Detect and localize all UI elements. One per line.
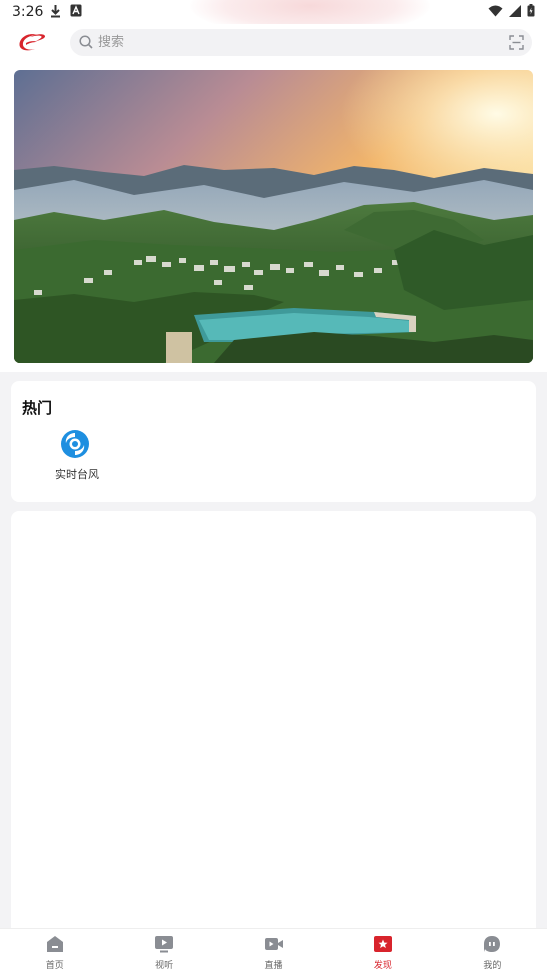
tab-audiovisual[interactable]: 视听 (109, 929, 218, 975)
home-icon (46, 936, 63, 952)
status-bar: 3:26 (0, 0, 547, 36)
live-camera-icon (264, 938, 283, 950)
tv-icon (155, 936, 174, 953)
hot-item-label: 实时台风 (55, 468, 99, 481)
tab-discover[interactable]: 发现 (328, 929, 437, 975)
header (0, 24, 547, 62)
scan-icon[interactable] (509, 35, 524, 50)
status-icons-right (488, 4, 535, 17)
notification-a-icon (70, 4, 82, 17)
battery-icon (527, 4, 535, 17)
search-icon (79, 35, 93, 49)
search-bar[interactable] (70, 29, 532, 56)
typhoon-icon (61, 430, 89, 458)
hot-item-typhoon[interactable]: 实时台风 (49, 429, 105, 489)
hot-section-title: 热门 (22, 399, 53, 417)
signal-icon (509, 4, 521, 17)
profile-icon (484, 936, 501, 952)
bottom-tab-bar: 首页 视听 直播 发现 我的 (0, 928, 547, 975)
landscape-photo (14, 70, 533, 363)
tab-live-label: 直播 (264, 961, 283, 971)
wifi-icon (488, 5, 503, 16)
tab-home[interactable]: 首页 (0, 929, 109, 975)
tab-home-label: 首页 (45, 961, 64, 971)
banner-section (0, 62, 547, 372)
app-logo[interactable] (17, 30, 47, 54)
status-icons-left (50, 4, 82, 18)
search-input[interactable] (98, 31, 478, 54)
content-area (11, 511, 536, 931)
tab-audiovisual-label: 视听 (155, 961, 174, 971)
tab-discover-label: 发现 (373, 961, 392, 971)
tab-profile[interactable]: 我的 (438, 929, 547, 975)
tab-profile-label: 我的 (483, 961, 502, 971)
discover-star-icon (373, 936, 392, 952)
tab-live[interactable]: 直播 (219, 929, 328, 975)
hot-section: 热门 实时台风 (11, 381, 536, 502)
download-icon (51, 5, 60, 18)
banner-image[interactable] (14, 70, 533, 363)
status-time: 3:26 (12, 4, 44, 20)
